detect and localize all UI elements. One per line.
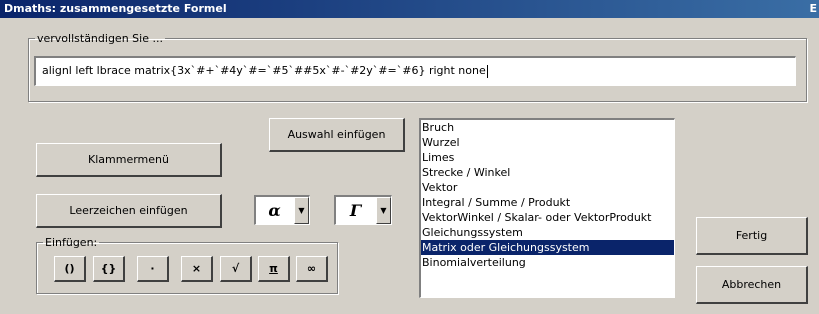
greek-uppercase-value: Γ <box>349 201 362 220</box>
insert-group-legend: Einfügen: <box>45 236 98 249</box>
auswahl-einfuegen-button[interactable]: Auswahl einfügen <box>269 118 405 152</box>
list-item[interactable]: VektorWinkel / Skalar- oder VektorProduk… <box>421 210 674 225</box>
insert-braces-button[interactable]: {} <box>93 256 125 282</box>
abbrechen-button[interactable]: Abbrechen <box>696 266 808 304</box>
auswahl-einfuegen-label: Auswahl einfügen <box>287 128 386 141</box>
window-title: Dmaths: zusammengesetzte Formel <box>4 2 227 15</box>
list-item[interactable]: Binomialverteilung <box>421 255 674 270</box>
insert-infinity-button[interactable]: ∞ <box>296 256 328 282</box>
insert-times-button[interactable]: × <box>181 256 213 282</box>
greek-lowercase-combo[interactable]: α ▼ <box>254 195 310 225</box>
close-icon[interactable]: E <box>809 0 817 18</box>
list-item[interactable]: Bruch <box>421 120 674 135</box>
fertig-label: Fertig <box>735 229 768 242</box>
text-caret <box>486 64 488 78</box>
list-item[interactable]: Vektor <box>421 180 674 195</box>
leerzeichen-einfuegen-button[interactable]: Leerzeichen einfügen <box>36 194 222 228</box>
klammermenue-button[interactable]: Klammermenü <box>36 143 222 177</box>
abbrechen-label: Abbrechen <box>721 278 782 291</box>
list-item[interactable]: Wurzel <box>421 135 674 150</box>
dot-icon: · <box>150 262 155 275</box>
klammermenue-label: Klammermenü <box>88 153 169 166</box>
infinity-icon: ∞ <box>306 262 317 275</box>
insert-parentheses-button[interactable]: () <box>54 256 86 282</box>
list-item[interactable]: Integral / Summe / Produkt <box>421 195 674 210</box>
insert-sqrt-button[interactable]: √ <box>220 256 252 282</box>
title-bar: Dmaths: zusammengesetzte Formel E <box>0 0 819 18</box>
sqrt-icon: √ <box>231 262 240 275</box>
dropdown-arrow-icon[interactable]: ▼ <box>376 197 391 224</box>
fertig-button[interactable]: Fertig <box>696 217 808 255</box>
leerzeichen-einfuegen-label: Leerzeichen einfügen <box>69 204 188 217</box>
formula-group-legend: vervollständigen Sie ... <box>37 32 163 45</box>
formula-input[interactable]: alignl left lbrace matrix{3x`#+`#4y`#=`#… <box>34 56 796 86</box>
braces-icon: {} <box>100 262 117 275</box>
list-item[interactable]: Limes <box>421 150 674 165</box>
list-item[interactable]: Strecke / Winkel <box>421 165 674 180</box>
greek-uppercase-combo[interactable]: Γ ▼ <box>334 195 392 225</box>
pi-icon: π <box>269 262 278 275</box>
times-icon: × <box>191 262 202 275</box>
list-item[interactable]: Gleichungssystem <box>421 225 674 240</box>
insert-dot-button[interactable]: · <box>137 256 169 282</box>
formula-input-text: alignl left lbrace matrix{3x`#+`#4y`#=`#… <box>42 64 486 77</box>
list-item[interactable]: Matrix oder Gleichungssystem <box>421 240 674 255</box>
template-listbox[interactable]: Bruch Wurzel Limes Strecke / Winkel Vekt… <box>419 118 675 298</box>
dropdown-arrow-icon[interactable]: ▼ <box>294 197 309 224</box>
insert-pi-button[interactable]: π <box>258 256 290 282</box>
parentheses-icon: () <box>64 262 75 275</box>
greek-lowercase-value: α <box>268 201 281 220</box>
